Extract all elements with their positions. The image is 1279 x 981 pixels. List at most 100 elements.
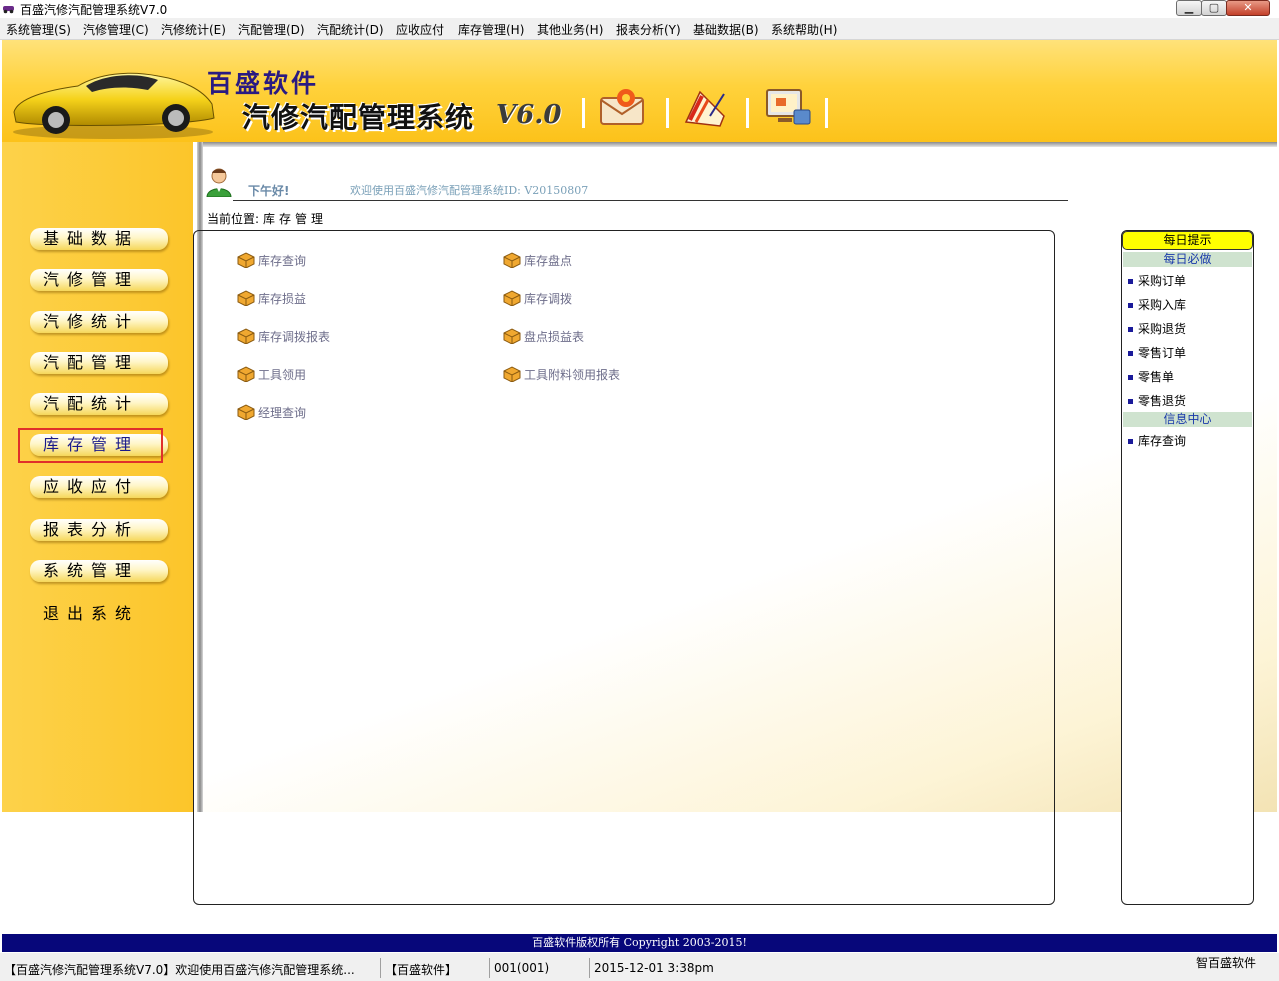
status-datetime: 2015-12-01 3:38pm	[594, 961, 714, 975]
bullet-icon	[1128, 375, 1133, 380]
tip-purchase-receipt[interactable]: 采购入库	[1128, 296, 1186, 313]
nav-parts-management[interactable]: 汽配管理	[30, 352, 168, 374]
func-label: 工具附料领用报表	[524, 368, 621, 382]
tip-label: 零售退货	[1138, 394, 1187, 408]
info-center-heading: 信息中心	[1123, 412, 1252, 427]
menu-parts-stats[interactable]: 汽配统计(D)	[317, 21, 384, 38]
status-divider	[489, 958, 490, 978]
breadcrumb-current: 库存管理	[263, 212, 328, 226]
status-divider	[380, 958, 381, 978]
func-label: 库存调拨报表	[258, 330, 331, 344]
box-icon	[237, 404, 255, 420]
selection-highlight	[18, 428, 163, 463]
bullet-icon	[1128, 327, 1133, 332]
daily-tips-header: 每日提示	[1122, 231, 1253, 250]
tip-purchase-return[interactable]: 采购退货	[1128, 320, 1186, 337]
tip-retail-return[interactable]: 零售退货	[1128, 392, 1186, 409]
menu-repair[interactable]: 汽修管理(C)	[83, 21, 149, 38]
func-label: 盘点损益表	[524, 330, 585, 344]
box-icon	[503, 328, 521, 344]
box-icon	[237, 290, 255, 306]
tip-label: 零售单	[1138, 370, 1175, 384]
nav-exit-system[interactable]: 退出系统	[43, 600, 139, 624]
status-bar: 【百盛汽修汽配管理系统V7.0】欢迎使用百盛汽修汽配管理系统... 【百盛软件】…	[0, 953, 1279, 981]
menu-system[interactable]: 系统管理(S)	[6, 21, 71, 38]
func-label: 经理查询	[258, 406, 307, 420]
monitor-icon[interactable]	[764, 86, 814, 128]
tip-label: 采购退货	[1138, 322, 1187, 336]
tip-label: 库存查询	[1138, 434, 1187, 448]
status-divider	[589, 958, 590, 978]
tip-inventory-query[interactable]: 库存查询	[1128, 432, 1186, 449]
minimize-button[interactable]: ▁	[1176, 0, 1202, 16]
version-label: V6.0	[496, 100, 562, 130]
tip-retail-slip[interactable]: 零售单	[1128, 368, 1174, 385]
header-divider	[233, 200, 1068, 201]
box-icon	[237, 328, 255, 344]
brand-name: 百盛软件	[207, 69, 320, 98]
func-label: 工具领用	[258, 368, 307, 382]
box-icon	[503, 366, 521, 382]
menu-parts[interactable]: 汽配管理(D)	[238, 21, 305, 38]
status-user: 001(001)	[494, 961, 550, 975]
func-label: 库存调拨	[524, 292, 573, 306]
sports-car-logo	[13, 72, 215, 139]
nav-report-analysis[interactable]: 报表分析	[30, 519, 168, 541]
menu-help[interactable]: 系统帮助(H)	[771, 21, 837, 38]
maximize-button[interactable]: ▢	[1201, 0, 1227, 16]
menu-basic-data[interactable]: 基础数据(B)	[693, 21, 759, 38]
user-avatar-icon	[206, 168, 232, 197]
func-label: 库存盘点	[524, 254, 573, 268]
nav-repair-management[interactable]: 汽修管理	[30, 269, 168, 291]
menu-bar: 系统管理(S) 汽修管理(C) 汽修统计(E) 汽配管理(D) 汽配统计(D) …	[0, 18, 1279, 40]
tip-label: 采购入库	[1138, 298, 1187, 312]
menu-reports[interactable]: 报表分析(Y)	[616, 21, 681, 38]
bullet-icon	[1128, 351, 1133, 356]
box-icon	[237, 252, 255, 268]
tip-label: 零售订单	[1138, 346, 1187, 360]
close-button[interactable]: ✕	[1226, 0, 1270, 16]
document-edit-icon[interactable]	[680, 86, 730, 128]
bullet-icon	[1128, 303, 1133, 308]
nav-basic-data[interactable]: 基础数据	[30, 228, 168, 250]
bullet-icon	[1128, 279, 1133, 284]
nav-parts-statistics[interactable]: 汽配统计	[30, 393, 168, 415]
status-company: 【百盛软件】	[385, 963, 458, 977]
banner: 百盛软件 汽修汽配管理系统 V6.0	[2, 40, 1277, 142]
nav-repair-statistics[interactable]: 汽修统计	[30, 311, 168, 333]
content-top-border	[203, 142, 1277, 147]
box-icon	[503, 252, 521, 268]
breadcrumb-label: 当前位置:	[207, 212, 260, 226]
system-name: 汽修汽配管理系统	[242, 101, 475, 134]
box-icon	[503, 290, 521, 306]
tip-purchase-order[interactable]: 采购订单	[1128, 272, 1186, 289]
app-car-icon	[3, 6, 14, 14]
menu-receivable-payable[interactable]: 应收应付	[396, 21, 444, 38]
greeting-text: 下午好!	[248, 184, 290, 198]
mail-icon[interactable]	[598, 86, 648, 128]
menu-other-business[interactable]: 其他业务(H)	[537, 21, 603, 38]
func-label: 库存损益	[258, 292, 307, 306]
nav-system-management[interactable]: 系统管理	[30, 560, 168, 582]
menu-repair-stats[interactable]: 汽修统计(E)	[161, 21, 226, 38]
breadcrumb: 当前位置: 库存管理	[207, 210, 327, 227]
banner-divider	[746, 98, 749, 128]
bullet-icon	[1128, 439, 1133, 444]
nav-receivable-payable[interactable]: 应收应付	[30, 476, 168, 498]
menu-inventory[interactable]: 库存管理(H)	[458, 21, 524, 38]
box-icon	[237, 366, 255, 382]
banner-divider	[582, 98, 585, 128]
bullet-icon	[1128, 399, 1133, 404]
status-brand: 智百盛软件	[1196, 956, 1257, 970]
window-title: 百盛汽修汽配管理系统V7.0	[20, 3, 168, 17]
daily-todo-heading: 每日必做	[1123, 252, 1252, 267]
banner-divider	[666, 98, 669, 128]
status-message: 【百盛汽修汽配管理系统V7.0】欢迎使用百盛汽修汽配管理系统...	[4, 963, 355, 977]
func-label: 库存查询	[258, 254, 307, 268]
tip-label: 采购订单	[1138, 274, 1187, 288]
copyright-bar: 百盛软件版权所有 Copyright 2003-2015!	[2, 934, 1277, 952]
tip-retail-order[interactable]: 零售订单	[1128, 344, 1186, 361]
welcome-text: 欢迎使用百盛汽修汽配管理系统ID: V20150807	[350, 184, 589, 197]
title-bar: 百盛汽修汽配管理系统V7.0 ▁ ▢ ✕	[0, 0, 1279, 17]
banner-divider	[825, 98, 828, 128]
